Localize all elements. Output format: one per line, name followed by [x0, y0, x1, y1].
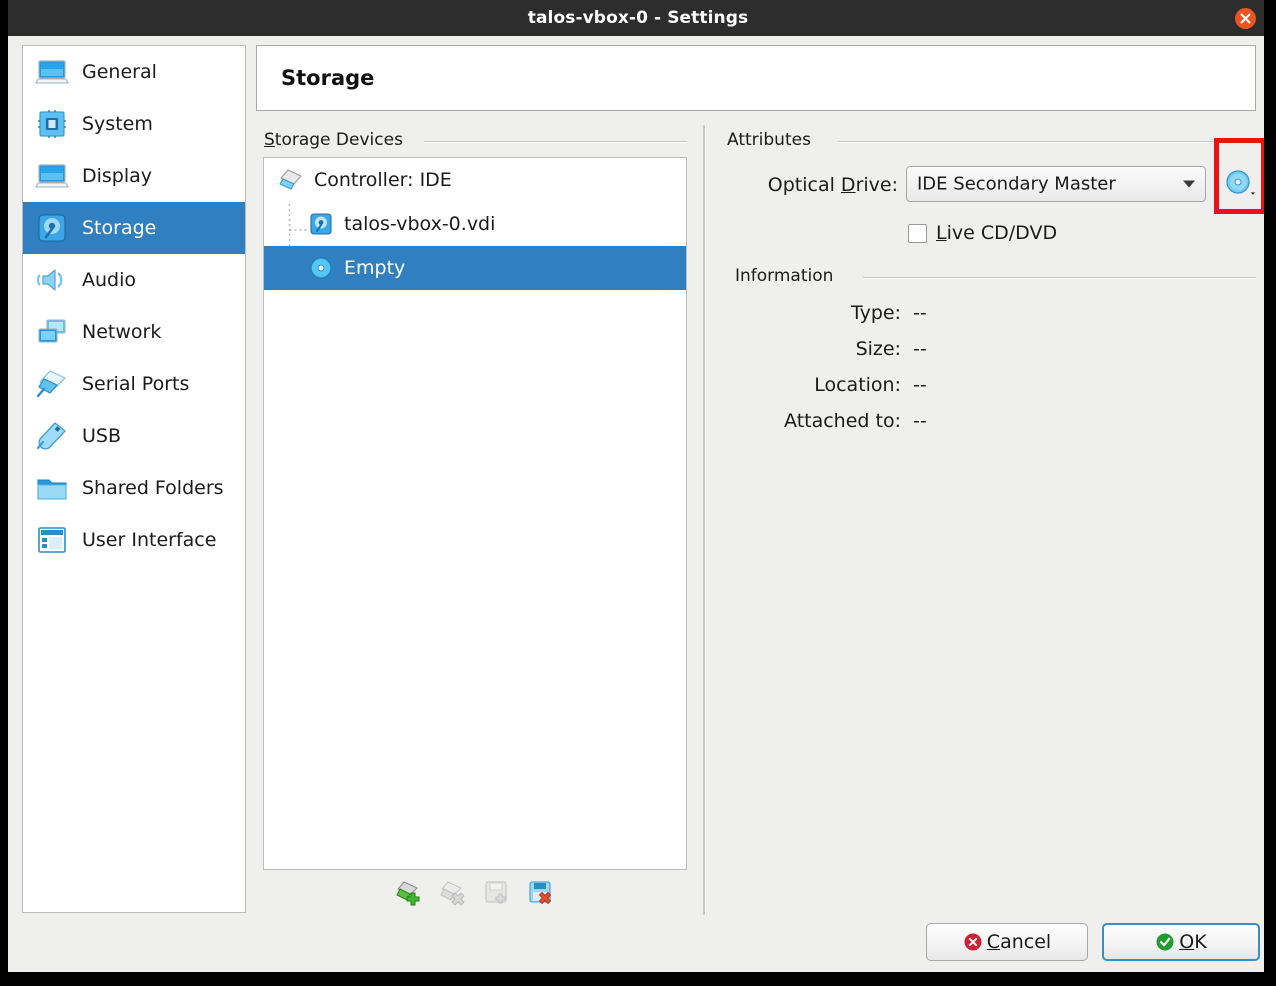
sidebar-item-label: Display: [82, 165, 152, 187]
sidebar-item-label: User Interface: [82, 529, 216, 551]
storage-tree[interactable]: Controller: IDE talos-vbox-0.vdi: [263, 157, 687, 870]
add-controller-icon[interactable]: [396, 880, 422, 906]
cd-small-icon: [308, 255, 334, 281]
title-bar: talos-vbox-0 - Settings: [8, 0, 1264, 36]
sidebar-item-user-interface[interactable]: User Interface: [23, 514, 245, 566]
ide-controller-icon: [278, 167, 304, 193]
information-group-rule: [863, 277, 1256, 279]
storage-tree-toolbar[interactable]: [263, 874, 687, 912]
close-icon[interactable]: [1235, 8, 1256, 29]
info-location-value: --: [913, 374, 927, 396]
remove-attachment-icon[interactable]: [528, 880, 554, 906]
monitor-icon: [35, 55, 69, 89]
tree-row-label: Empty: [344, 257, 405, 279]
optical-drive-label: Optical Drive:: [708, 174, 898, 196]
tree-row-label: talos-vbox-0.vdi: [344, 213, 495, 235]
network-icon: [35, 315, 69, 349]
live-cd-label[interactable]: Live CD/DVD: [936, 222, 1057, 244]
information-group-label: Information: [735, 266, 841, 286]
live-cd-checkbox[interactable]: [908, 224, 927, 243]
check-circle-icon: [1155, 932, 1175, 952]
storage-devices-group-rule: [424, 141, 687, 143]
sidebar-item-shared-folders[interactable]: Shared Folders: [23, 462, 245, 514]
panel-splitter[interactable]: [703, 125, 706, 915]
sidebar-item-label: Audio: [82, 269, 136, 291]
settings-dialog: talos-vbox-0 - Settings General: [8, 0, 1264, 972]
sidebar-item-label: Network: [82, 321, 161, 343]
tree-row[interactable]: talos-vbox-0.vdi: [264, 202, 686, 246]
ok-button[interactable]: OK: [1102, 923, 1260, 961]
ok-button-label: OK: [1179, 931, 1206, 953]
user-interface-icon: [35, 523, 69, 557]
choose-disk-image-button[interactable]: [1221, 165, 1259, 203]
add-attachment-icon: [484, 880, 510, 906]
sidebar-item-display[interactable]: Display: [23, 150, 245, 202]
sidebar-item-usb[interactable]: USB: [23, 410, 245, 462]
sidebar-item-serial-ports[interactable]: Serial Ports: [23, 358, 245, 410]
info-size-value: --: [913, 338, 927, 360]
sidebar-item-label: General: [82, 61, 157, 83]
error-circle-icon: [963, 932, 983, 952]
speaker-icon: [35, 263, 69, 297]
serial-port-icon: [35, 367, 69, 401]
sidebar-item-label: Storage: [82, 217, 156, 239]
tree-row-label: Controller: IDE: [314, 169, 452, 191]
tree-row[interactable]: Controller: IDE: [264, 158, 686, 202]
sidebar-item-label: Serial Ports: [82, 373, 189, 395]
optical-drive-value: IDE Secondary Master: [917, 174, 1116, 195]
page-title: Storage: [281, 66, 374, 90]
cancel-button-label: Cancel: [987, 931, 1051, 953]
page-header: Storage: [256, 45, 1256, 111]
info-attached-to-label: Attached to:: [708, 410, 901, 432]
optical-drive-select[interactable]: IDE Secondary Master: [906, 166, 1206, 202]
remove-controller-icon: [440, 880, 466, 906]
tree-row[interactable]: Empty: [264, 246, 686, 290]
display-icon: [35, 159, 69, 193]
harddisk-small-icon: [308, 211, 334, 237]
info-size-label: Size:: [708, 338, 901, 360]
sidebar-item-label: System: [82, 113, 153, 135]
info-attached-to-value: --: [913, 410, 927, 432]
info-type-label: Type:: [708, 302, 901, 324]
sidebar-item-general[interactable]: General: [23, 46, 245, 98]
sidebar-item-storage[interactable]: Storage: [23, 202, 245, 254]
usb-icon: [35, 419, 69, 453]
sidebar-item-label: Shared Folders: [82, 477, 224, 499]
sidebar-item-label: USB: [82, 425, 121, 447]
info-location-label: Location:: [708, 374, 901, 396]
attributes-group-rule: [838, 141, 1256, 143]
window-title: talos-vbox-0 - Settings: [8, 0, 1264, 36]
storage-devices-group-label: Storage Devices: [264, 130, 411, 150]
chevron-down-icon: [1183, 181, 1195, 188]
sidebar-item-network[interactable]: Network: [23, 306, 245, 358]
chip-icon: [35, 107, 69, 141]
info-type-value: --: [913, 302, 927, 324]
sidebar-item-audio[interactable]: Audio: [23, 254, 245, 306]
attributes-group-label: Attributes: [727, 130, 819, 150]
sidebar-item-system[interactable]: System: [23, 98, 245, 150]
settings-category-list[interactable]: General System: [22, 45, 246, 913]
folder-icon: [35, 471, 69, 505]
harddisk-icon: [35, 211, 69, 245]
cancel-button[interactable]: Cancel: [926, 923, 1088, 961]
